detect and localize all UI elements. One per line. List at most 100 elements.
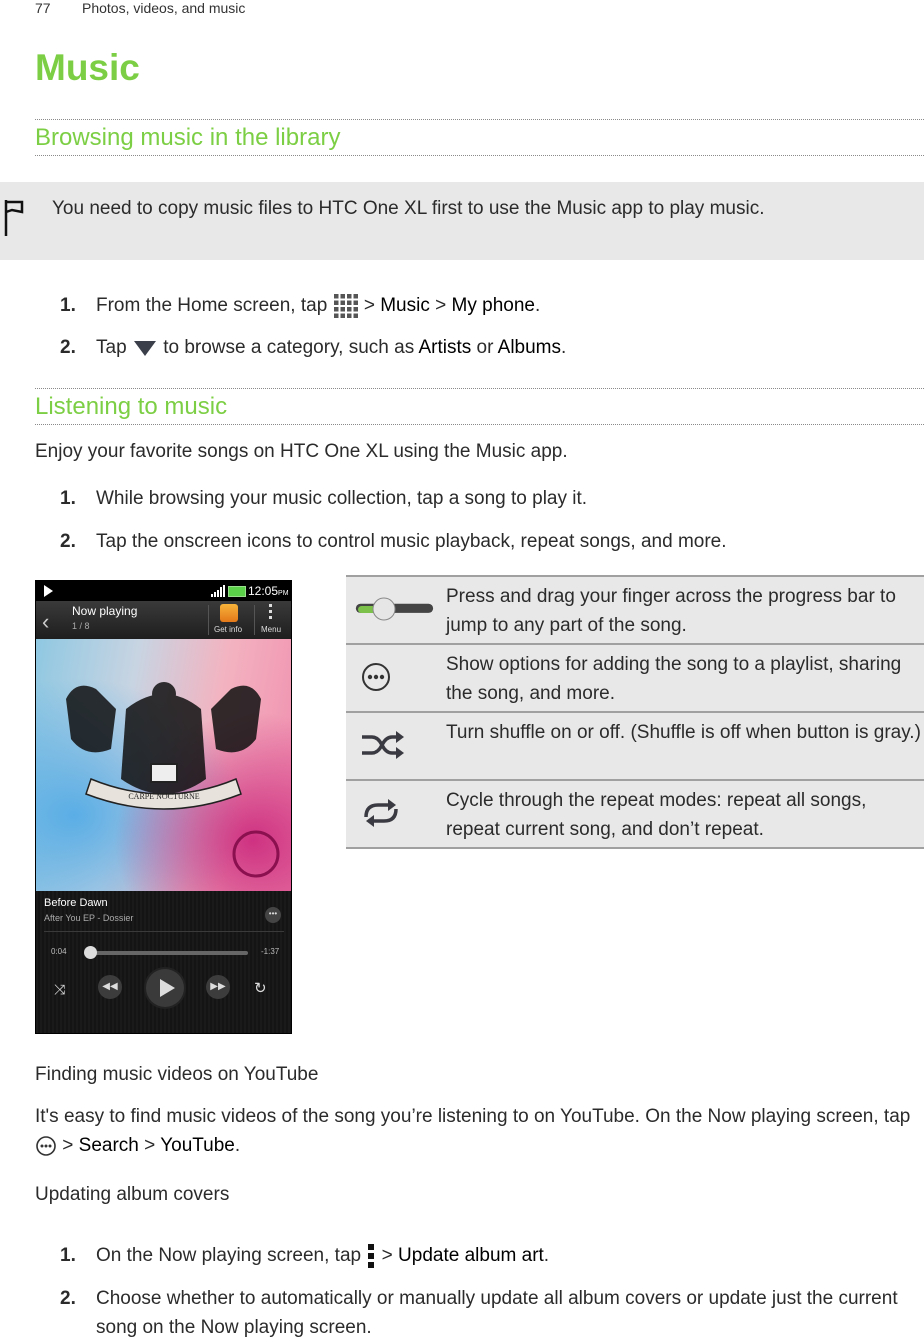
separator: > (381, 1245, 393, 1266)
step-text: or (476, 337, 494, 358)
note-box: You need to copy music files to HTC One … (0, 182, 924, 260)
section-heading-browsing: Browsing music in the library (35, 124, 341, 151)
song-title: Before Dawn (44, 897, 108, 909)
table-description: Cycle through the repeat modes: repeat a… (446, 790, 867, 840)
album-art: CARPE NOCTURNE (36, 639, 291, 891)
chapter-title: Photos, videos, and music (82, 0, 246, 16)
ui-label-albums: Albums (497, 337, 561, 358)
album-motto: CARPE NOCTURNE (128, 792, 199, 801)
more-options-button[interactable]: ••• (265, 907, 281, 923)
punctuation: . (234, 1135, 241, 1156)
separator: > (62, 1135, 74, 1156)
table-description: Turn shuffle on or off. (Shuffle is off … (446, 722, 921, 743)
playback-panel: Before Dawn After You EP - Dossier ••• 0… (36, 891, 291, 1033)
table-row: Show options for adding the song to a pl… (346, 643, 924, 711)
progress-bar[interactable] (86, 951, 248, 955)
page-number: 77 (35, 0, 51, 16)
step-number: 2. (60, 1288, 76, 1309)
battery-icon (228, 586, 246, 597)
browsing-step-1: 1. From the Home screen, tap > Music > M… (60, 291, 540, 320)
punctuation: . (561, 337, 567, 358)
status-bar: 12:05PM (36, 581, 291, 601)
divider (35, 388, 924, 389)
step-text: Tap (96, 337, 127, 358)
now-playing-screenshot: 12:05PM ‹ Now playing 1 / 8 Get info Men… (35, 580, 292, 1034)
progress-knob[interactable] (84, 946, 98, 959)
ui-label-music: Music (380, 295, 430, 316)
album-step-1: 1. On the Now playing screen, tap > Upda… (60, 1241, 549, 1270)
separator: > (144, 1135, 156, 1156)
step-number: 1. (60, 488, 76, 509)
divider (208, 605, 209, 635)
separator: > (363, 295, 375, 316)
back-icon[interactable]: ‹ (42, 609, 49, 635)
playing-indicator-icon (44, 585, 53, 597)
table-description: Show options for adding the song to a pl… (446, 654, 902, 704)
fast-forward-button[interactable]: ▶▶ (206, 975, 230, 999)
punctuation: . (534, 295, 541, 316)
more-options-icon (362, 663, 390, 691)
table-row: Turn shuffle on or off. (Shuffle is off … (346, 711, 924, 779)
separator: > (435, 295, 447, 316)
repeat-icon (364, 799, 398, 827)
ui-label-youtube: YouTube (160, 1135, 235, 1156)
listening-intro: Enjoy your favorite songs on HTC One XL … (35, 441, 568, 462)
step-text: Choose whether to automatically or manua… (96, 1288, 898, 1338)
divider (254, 605, 255, 635)
table-description: Press and drag your finger across the pr… (446, 586, 896, 636)
divider (35, 119, 924, 120)
subheading-youtube: Finding music videos on YouTube (35, 1064, 319, 1085)
more-options-icon (36, 1136, 56, 1156)
paragraph-text: It's easy to find music videos of the so… (35, 1106, 911, 1127)
play-icon (160, 979, 175, 997)
crest-artwork: CARPE NOCTURNE (66, 682, 280, 878)
step-number: 2. (60, 337, 76, 358)
ui-label-my-phone: My phone (451, 295, 535, 316)
listening-step-1: 1. While browsing your music collection,… (60, 484, 587, 513)
shuffle-button[interactable]: ⤨ (54, 981, 65, 998)
punctuation: . (543, 1245, 550, 1266)
menu-icon[interactable] (269, 604, 272, 622)
icon-description-table: Press and drag your finger across the pr… (346, 575, 924, 849)
flag-icon (4, 200, 24, 236)
dropdown-triangle-icon (133, 340, 156, 356)
progress-slider-icon (355, 597, 434, 621)
page-header: 77 Photos, videos, and music (35, 0, 245, 16)
elapsed-time: 0:04 (51, 947, 67, 956)
repeat-button[interactable]: ↻ (254, 979, 267, 997)
all-apps-grid-icon (333, 293, 358, 318)
menu-icon (368, 1243, 375, 1268)
shuffle-icon (362, 731, 404, 759)
signal-icon (211, 585, 225, 597)
album-step-2: 2. Choose whether to automatically or ma… (60, 1284, 898, 1338)
table-row: Press and drag your finger across the pr… (346, 575, 924, 643)
play-button[interactable] (146, 969, 184, 1007)
page-title: Music (35, 47, 140, 88)
step-text: While browsing your music collection, ta… (96, 488, 588, 509)
get-info-label[interactable]: Get info (214, 625, 242, 634)
album-name: After You EP - Dossier (44, 913, 134, 923)
now-playing-header: ‹ Now playing 1 / 8 Get info Menu (36, 601, 291, 640)
step-number: 1. (60, 1245, 76, 1266)
youtube-paragraph: It's easy to find music videos of the so… (35, 1102, 915, 1160)
status-time: 12:05PM (248, 584, 289, 598)
divider (44, 931, 284, 932)
menu-label[interactable]: Menu (261, 625, 281, 634)
now-playing-title: Now playing (72, 604, 138, 618)
listening-step-2: 2. Tap the onscreen icons to control mus… (60, 527, 727, 556)
step-text: to browse a category, such as (163, 337, 415, 358)
remaining-time: -1:37 (261, 947, 280, 956)
divider (35, 155, 924, 156)
step-number: 2. (60, 531, 76, 552)
ui-label-artists: Artists (418, 337, 472, 358)
table-row: Cycle through the repeat modes: repeat a… (346, 779, 924, 849)
ui-label-search: Search (78, 1135, 139, 1156)
browsing-step-2: 2. Tap to browse a category, such as Art… (60, 333, 566, 362)
subheading-album-covers: Updating album covers (35, 1184, 230, 1205)
step-number: 1. (60, 295, 76, 316)
step-text: On the Now playing screen, tap (96, 1245, 362, 1266)
get-info-icon[interactable] (220, 604, 238, 622)
divider (35, 424, 924, 425)
rewind-button[interactable]: ◀◀ (98, 975, 122, 999)
step-text: Tap the onscreen icons to control music … (96, 531, 727, 552)
